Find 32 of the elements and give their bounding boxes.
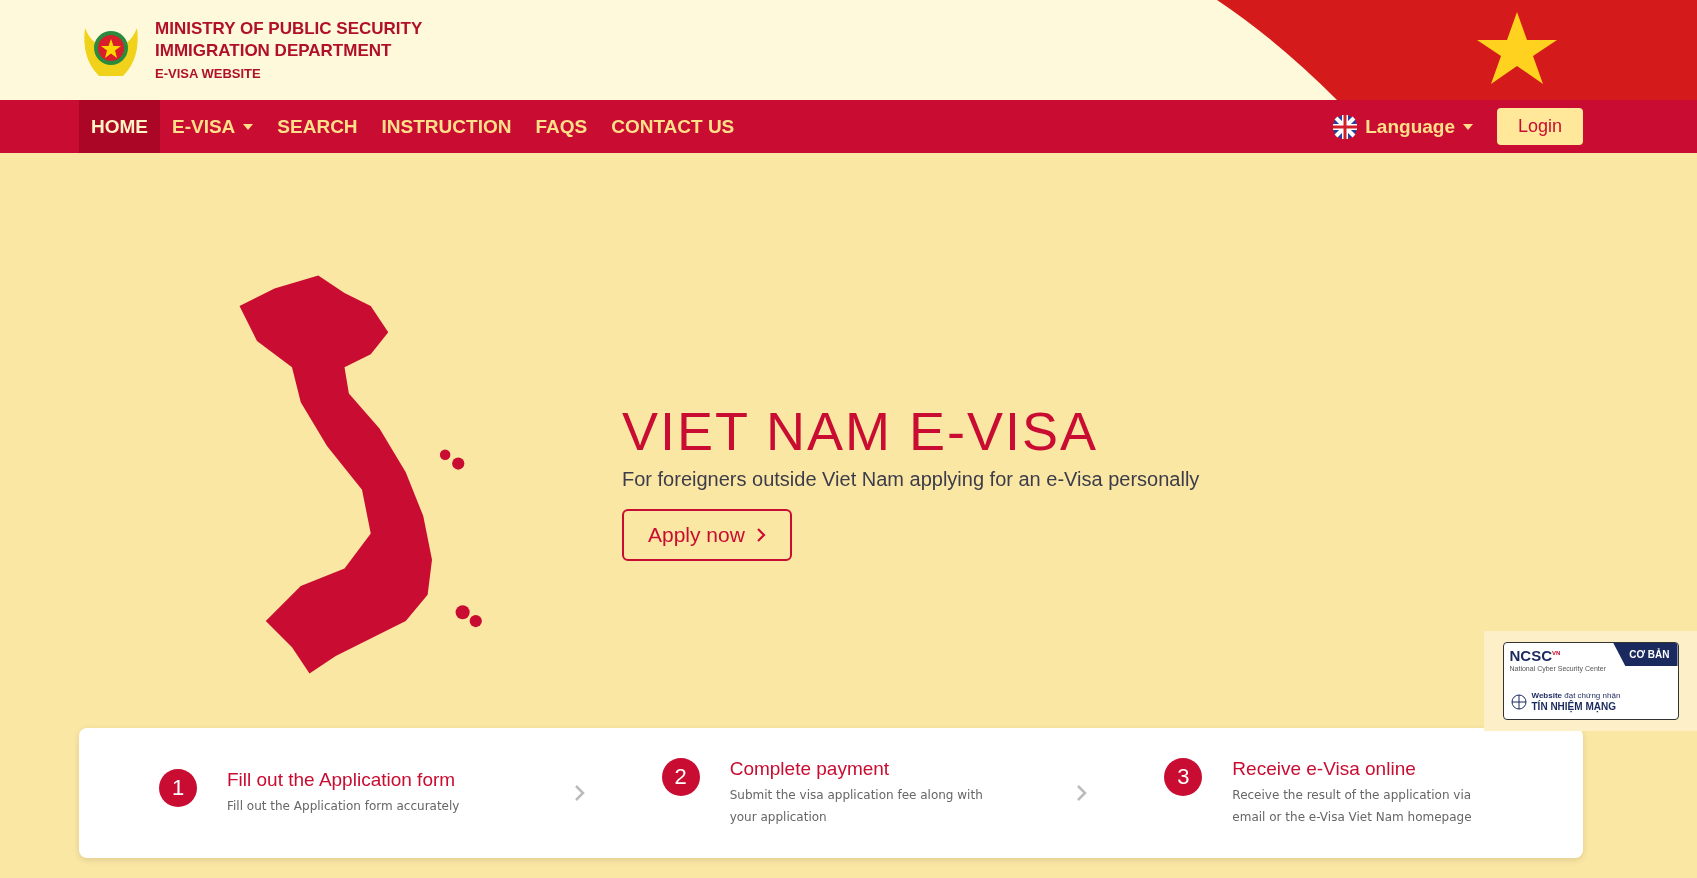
step-text: Receive the result of the application via email or the e-Visa Viet Nam homepage [1232,787,1473,826]
login-button[interactable]: Login [1497,108,1583,145]
step-number: 3 [1164,758,1203,796]
chevron-right-icon [573,784,586,802]
badge-level: CƠ BẢN [1613,643,1678,666]
chevron-right-icon [756,528,766,542]
step-number: 1 [159,769,197,807]
nav-link[interactable]: SEARCH [265,100,370,153]
header-title: MINISTRY OF PUBLIC SECURITY [155,19,423,39]
badge-brand: NCSC$^{VN}$ [1509,647,1561,664]
step-title: Fill out the Application form [227,769,457,791]
header-title: E-VISA WEBSITE [155,66,262,81]
chevron-right-icon [1076,784,1089,802]
nav-link[interactable]: FAQS [523,100,600,153]
caret-icon [1463,123,1473,130]
nav-link[interactable]: HOME [79,100,160,153]
header-title: IMMIGRATION DEPARTMENT [155,41,393,61]
hero-title: VIET NAM E-VISA [622,400,1100,462]
step-text: Submit the visa application fee along with your application [729,787,984,826]
step-text: Fill out the Application form accurately [227,798,460,815]
badge-text: Website đạt chứng nhận TÍN NHIỆM MẠNG [1531,690,1621,714]
uk-flag-icon [1333,114,1358,139]
language-menu[interactable]: Language [1333,100,1473,153]
nav-link[interactable]: INSTRUCTION [369,100,524,153]
apply-now-button[interactable]: Apply now [622,509,792,561]
nav-link[interactable]: E-VISA [160,100,266,153]
step-title: Receive e-Visa online [1232,758,1417,780]
nav-link[interactable]: CONTACT US [599,100,747,153]
hero-subtitle: For foreigners outside Viet Nam applying for an e-Visa personally [622,468,1200,491]
globe-icon [1509,693,1528,712]
step-number: 2 [661,758,700,796]
step-title: Complete payment [729,758,891,780]
